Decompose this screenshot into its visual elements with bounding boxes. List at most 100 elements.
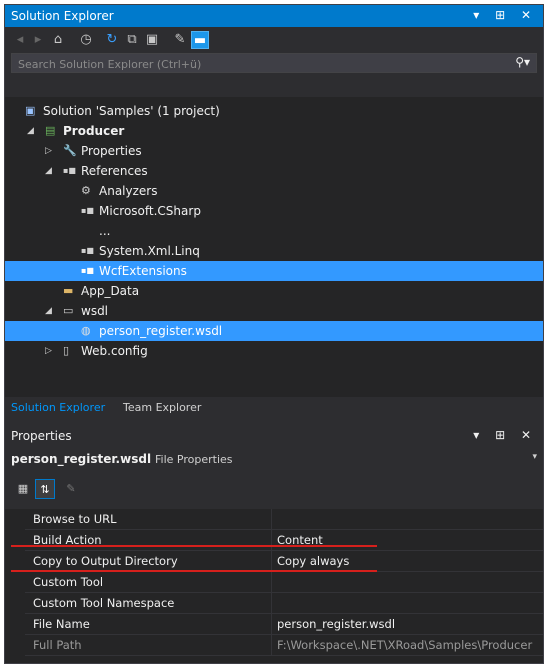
tree-item-label: Solution 'Samples' (1 project) bbox=[43, 104, 220, 118]
wsdl-file-icon: ◍ bbox=[81, 324, 91, 337]
solution-explorer-window-controls[interactable]: ▾ ⊞ ✕ bbox=[473, 8, 537, 22]
property-value[interactable]: Content bbox=[277, 530, 323, 551]
search-icon[interactable]: ⚲▾ bbox=[515, 55, 530, 69]
tab-solution-explorer[interactable]: Solution Explorer bbox=[7, 399, 109, 417]
properties-icon[interactable]: ✎ bbox=[171, 31, 189, 49]
property-name: File Name bbox=[33, 617, 90, 631]
column-divider bbox=[271, 635, 272, 655]
tree-item-properties[interactable]: ▷ 🔧 Properties bbox=[5, 141, 543, 161]
solution-explorer-titlebar[interactable]: Solution Explorer ▾ ⊞ ✕ bbox=[5, 5, 543, 27]
property-pages-icon[interactable]: ✎ bbox=[61, 479, 81, 499]
config-file-icon: ▯ bbox=[63, 344, 70, 357]
properties-title: Properties bbox=[11, 429, 72, 443]
expanded-arrow-icon[interactable]: ◢ bbox=[27, 121, 34, 141]
tree-item-label: ... bbox=[99, 224, 111, 238]
tree-item-system-xml-linq[interactable]: ▪■ System.Xml.Linq bbox=[5, 241, 543, 261]
tree-item-label: Web.config bbox=[81, 344, 148, 358]
tree-item-wcfextensions[interactable]: ▪■ WcfExtensions bbox=[5, 261, 543, 281]
column-divider bbox=[271, 530, 272, 550]
property-name: Custom Tool Namespace bbox=[33, 596, 175, 610]
alphabetical-icon[interactable]: ⇅ bbox=[35, 479, 55, 499]
back-icon[interactable]: ◂ bbox=[11, 31, 29, 49]
tree-item-label: Producer bbox=[63, 124, 125, 138]
collapse-all-icon[interactable]: ⧉ bbox=[123, 31, 141, 49]
properties-window-controls[interactable]: ▾ ⊞ ✕ bbox=[473, 428, 537, 442]
solution-explorer-title: Solution Explorer bbox=[11, 9, 114, 23]
solution-tree: ▣ Solution 'Samples' (1 project) ◢ ▤ Pro… bbox=[5, 97, 543, 397]
ide-window: Solution Explorer ▾ ⊞ ✕ ◂ ▸ ⌂ ◷ ↻ ⧉ ▣ ✎ … bbox=[4, 4, 544, 664]
tree-item-label: System.Xml.Linq bbox=[99, 244, 200, 258]
property-value[interactable]: person_register.wsdl bbox=[277, 614, 395, 635]
property-name: Copy to Output Directory bbox=[33, 554, 178, 568]
refresh-icon[interactable]: ↻ bbox=[103, 31, 121, 49]
property-row-browse-to-url[interactable]: Browse to URL bbox=[25, 509, 543, 530]
selected-object-kind: File Properties bbox=[155, 453, 233, 466]
property-value: F:\Workspace\.NET\XRoad\Samples\Producer bbox=[277, 638, 533, 652]
property-row-build-action[interactable]: Build Action Content bbox=[25, 530, 543, 551]
tree-item-wsdl[interactable]: ◢ ▭ wsdl bbox=[5, 301, 543, 321]
properties-toolbar: ▦ ⇅ ✎ bbox=[5, 473, 543, 503]
property-row-full-path[interactable]: Full Path F:\Workspace\.NET\XRoad\Sample… bbox=[25, 635, 543, 656]
tree-item-label: Analyzers bbox=[99, 184, 158, 198]
home-icon[interactable]: ⌂ bbox=[49, 31, 67, 49]
property-name: Full Path bbox=[33, 638, 82, 652]
tree-item-person-register-wsdl[interactable]: ◍ person_register.wsdl bbox=[5, 321, 543, 341]
column-divider bbox=[271, 572, 272, 592]
tree-item-analyzers[interactable]: ⚙ Analyzers bbox=[5, 181, 543, 201]
tree-item-label: Microsoft.CSharp bbox=[99, 204, 201, 218]
tree-item-label: App_Data bbox=[81, 284, 140, 298]
explorer-tab-strip: Solution Explorer Team Explorer bbox=[5, 397, 543, 419]
expanded-arrow-icon[interactable]: ◢ bbox=[45, 161, 52, 181]
sync-icon[interactable]: ◷ bbox=[77, 31, 95, 49]
property-name: Custom Tool bbox=[33, 575, 104, 589]
tree-item-microsoft-csharp[interactable]: ▪■ Microsoft.CSharp bbox=[5, 201, 543, 221]
assembly-reference-icon: ▪■ bbox=[81, 206, 94, 215]
tree-item-label: Properties bbox=[81, 144, 142, 158]
search-box[interactable]: ⚲▾ bbox=[11, 53, 537, 73]
property-name: Browse to URL bbox=[33, 512, 117, 526]
tree-item-producer[interactable]: ◢ ▤ Producer bbox=[5, 121, 543, 141]
collapsed-arrow-icon[interactable]: ▷ bbox=[45, 341, 52, 361]
folder-icon: ▬ bbox=[63, 284, 74, 297]
tree-item-label: person_register.wsdl bbox=[99, 324, 223, 338]
property-grid: Browse to URL Build Action Content Copy … bbox=[5, 509, 543, 663]
tree-item-label: WcfExtensions bbox=[99, 264, 187, 278]
property-row-custom-tool[interactable]: Custom Tool bbox=[25, 572, 543, 593]
open-folder-icon: ▭ bbox=[63, 304, 74, 317]
column-divider bbox=[271, 509, 272, 529]
selected-object-name: person_register.wsdl bbox=[11, 452, 152, 466]
property-value[interactable]: Copy always bbox=[277, 551, 349, 572]
wrench-icon: 🔧 bbox=[63, 144, 77, 157]
tree-item-solution[interactable]: ▣ Solution 'Samples' (1 project) bbox=[5, 101, 543, 121]
highlight-underline-copy-to-output bbox=[11, 570, 377, 572]
object-selector[interactable]: person_register.wsdl File Properties ▾ bbox=[5, 449, 543, 471]
chevron-down-icon[interactable]: ▾ bbox=[532, 452, 537, 462]
property-row-copy-to-output-directory[interactable]: Copy to Output Directory Copy always bbox=[25, 551, 543, 572]
tree-item-web-config[interactable]: ▷ ▯ Web.config bbox=[5, 341, 543, 361]
collapsed-arrow-icon[interactable]: ▷ bbox=[45, 141, 52, 161]
solution-icon: ▣ bbox=[25, 104, 36, 117]
column-divider bbox=[271, 551, 272, 571]
highlight-underline-build-action bbox=[11, 545, 377, 547]
column-divider bbox=[271, 614, 272, 634]
tab-team-explorer[interactable]: Team Explorer bbox=[119, 399, 205, 417]
assembly-reference-icon: ▪■ bbox=[81, 266, 94, 275]
tree-item-references[interactable]: ◢ ▪■ References bbox=[5, 161, 543, 181]
csharp-project-icon: ▤ bbox=[45, 124, 56, 137]
properties-titlebar[interactable]: Properties ▾ ⊞ ✕ bbox=[5, 425, 543, 447]
search-input[interactable] bbox=[16, 55, 490, 73]
references-icon: ▪■ bbox=[63, 166, 76, 175]
assembly-reference-icon: ▪■ bbox=[81, 246, 94, 255]
property-name: Build Action bbox=[33, 533, 102, 547]
analyzers-icon: ⚙ bbox=[81, 184, 91, 197]
preview-icon[interactable]: ▬ bbox=[191, 31, 209, 49]
show-all-files-icon[interactable]: ▣ bbox=[143, 31, 161, 49]
categorized-icon[interactable]: ▦ bbox=[13, 479, 33, 499]
tree-item-app-data[interactable]: ▬ App_Data bbox=[5, 281, 543, 301]
expanded-arrow-icon[interactable]: ◢ bbox=[45, 301, 52, 321]
column-divider bbox=[271, 593, 272, 613]
property-row-custom-tool-namespace[interactable]: Custom Tool Namespace bbox=[25, 593, 543, 614]
tree-item-label: References bbox=[81, 164, 148, 178]
forward-icon[interactable]: ▸ bbox=[29, 31, 47, 49]
property-row-file-name[interactable]: File Name person_register.wsdl bbox=[25, 614, 543, 635]
